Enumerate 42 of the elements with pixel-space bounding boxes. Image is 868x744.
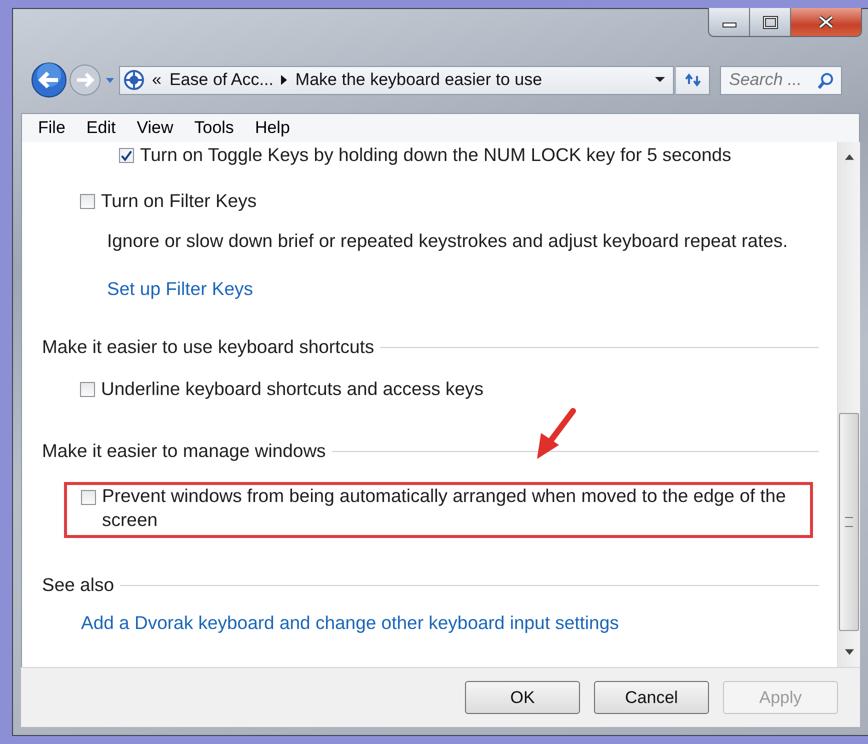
checkbox-label[interactable]: Turn on Filter Keys (101, 188, 257, 214)
menu-item[interactable]: Help (254, 118, 290, 138)
link[interactable]: Set up Filter Keys (107, 278, 254, 299)
back-icon[interactable] (31, 62, 67, 98)
menu-item[interactable]: File (38, 118, 66, 138)
scroll-up-icon[interactable] (844, 154, 854, 160)
search-field[interactable]: Search ... (720, 66, 842, 94)
section-heading: Make it easier to manage windows (42, 440, 326, 462)
scroll-thumb[interactable] (839, 413, 859, 631)
breadcrumb[interactable]: Make the keyboard easier to use (295, 70, 542, 90)
chevron-icon[interactable] (281, 75, 288, 85)
menu-item[interactable]: Tools (194, 118, 234, 138)
overflow-chevron[interactable]: « (152, 70, 162, 90)
maximize-button[interactable] (750, 8, 791, 36)
pointer-arrow (535, 407, 577, 461)
checkbox[interactable] (81, 490, 96, 505)
section-heading: See also (42, 574, 114, 596)
menu-item[interactable]: Edit (86, 118, 116, 138)
menu-item[interactable]: View (136, 118, 174, 138)
maximize-icon[interactable] (762, 16, 778, 28)
description-text: Ignore or slow down brief or repeated keystrokes and adjust keyboard repeat rates. (107, 230, 789, 252)
link[interactable]: Add a Dvorak keyboard and change other keyboard input settings (81, 612, 619, 633)
scroll-down-icon[interactable] (844, 649, 854, 655)
search-icon[interactable] (817, 72, 833, 88)
close-button[interactable] (791, 8, 861, 36)
checkbox-label[interactable]: Underline keyboard shortcuts and access keys (101, 376, 484, 402)
checkbox-label[interactable]: Prevent windows from being automatically arranged when moved to the edge of the screen (102, 484, 806, 532)
dialog-button[interactable]: Cancel (594, 681, 709, 714)
minimize-button[interactable] (709, 8, 750, 36)
address-bar[interactable]: « Ease of Acc... Make the keyboard easier to use (119, 66, 674, 94)
dialog-button[interactable]: OK (465, 681, 580, 714)
checkbox[interactable] (80, 382, 95, 397)
breadcrumb[interactable]: Ease of Acc... (169, 70, 274, 90)
refresh-button[interactable] (676, 66, 710, 94)
refresh-icon[interactable] (684, 72, 700, 88)
close-icon[interactable] (818, 15, 834, 29)
checkbox[interactable] (80, 194, 95, 209)
search-input[interactable]: Search ... (729, 70, 817, 90)
checkbox-label[interactable]: Turn on Toggle Keys by holding down the NUM LOCK key for 5 seconds (140, 142, 732, 168)
dropdown-icon[interactable] (655, 77, 665, 83)
section-heading: Make it easier to use keyboard shortcuts (42, 336, 374, 358)
scrollbar[interactable] (837, 142, 860, 667)
